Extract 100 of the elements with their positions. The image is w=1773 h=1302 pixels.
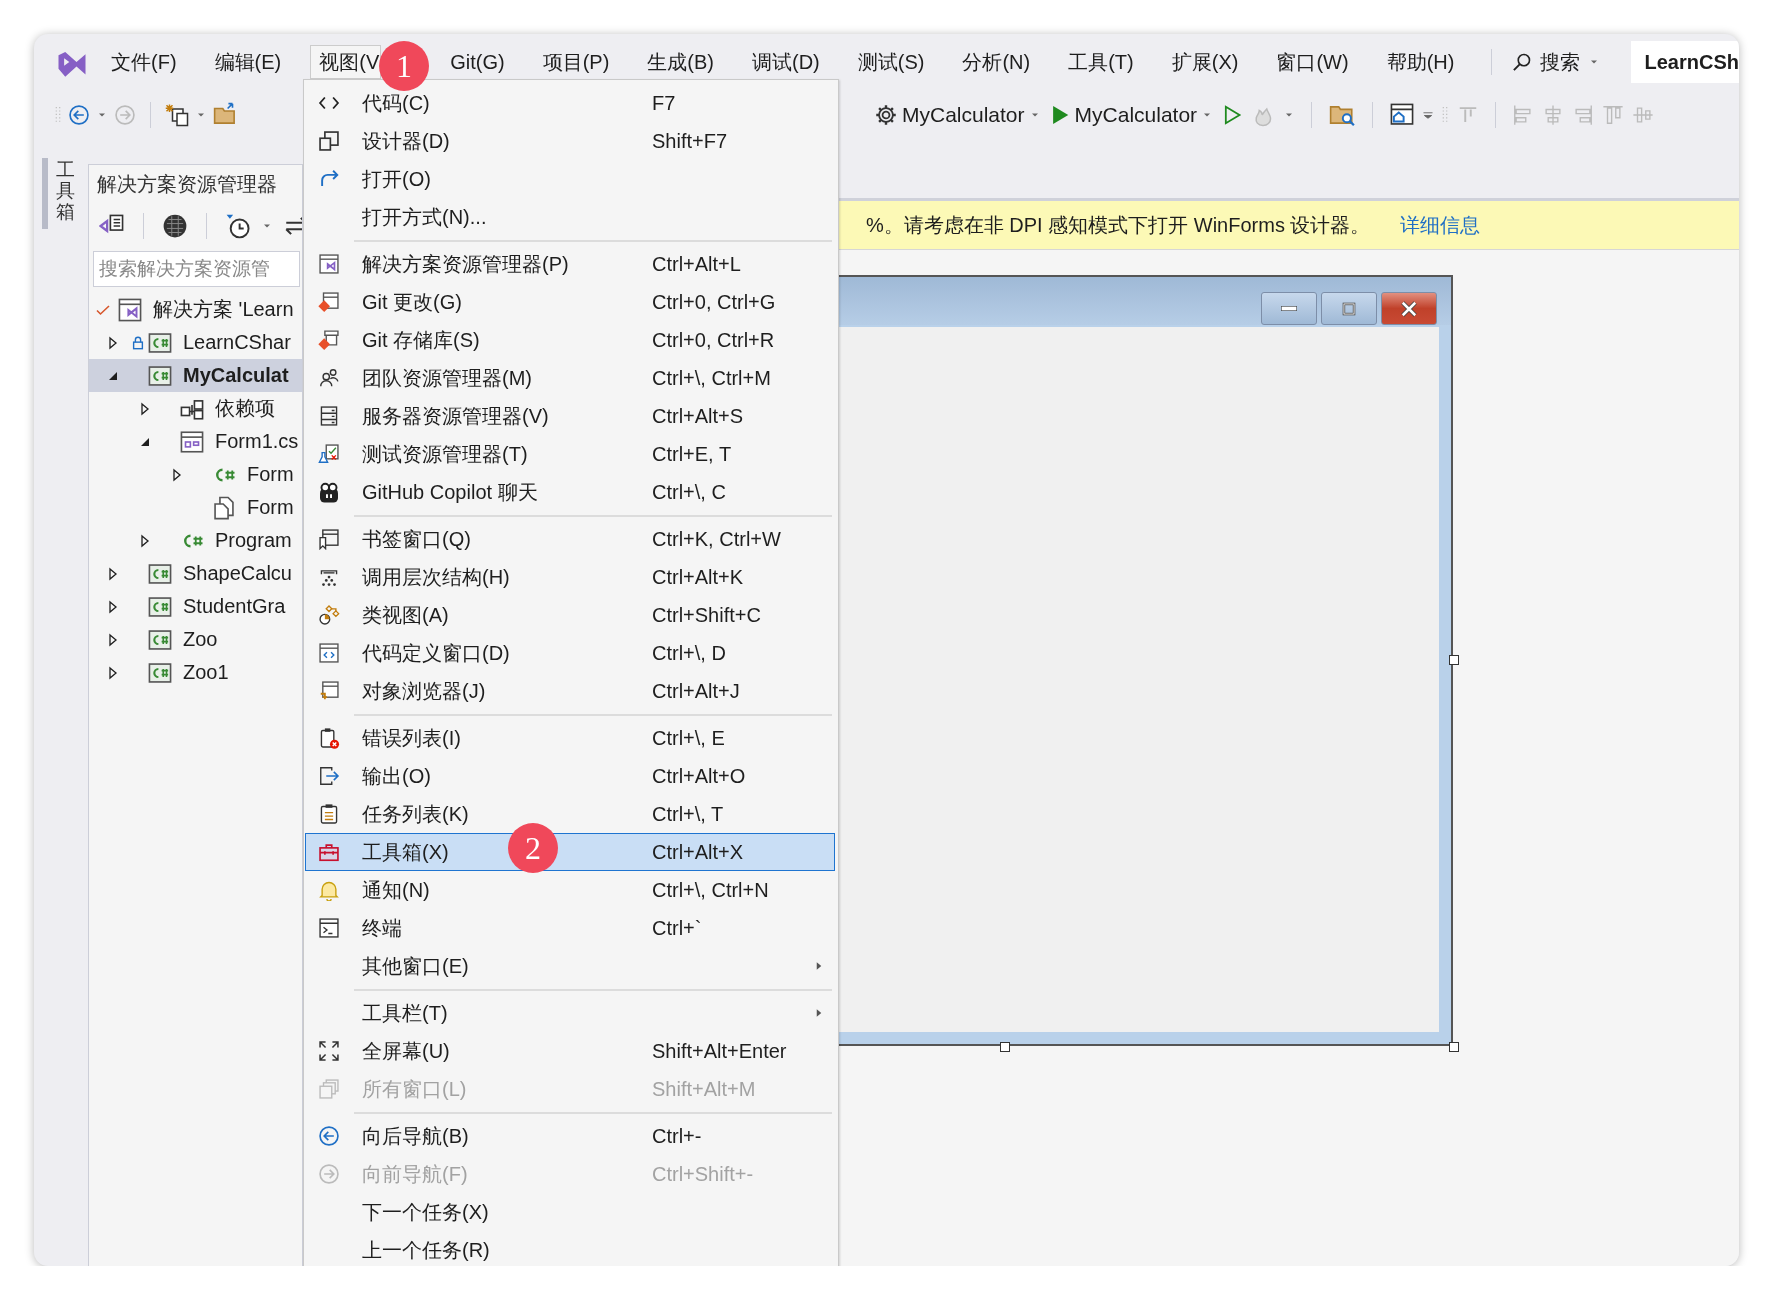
tree-item-label: ShapeCalcu <box>182 562 292 585</box>
menu-item[interactable]: 工具(T) <box>1059 45 1143 79</box>
menu-item[interactable]: 对象浏览器(J) Ctrl+Alt+J <box>305 672 835 710</box>
menu-item[interactable]: 生成(B) <box>638 45 723 79</box>
resize-handle[interactable] <box>1449 655 1459 665</box>
gear-icon <box>874 103 898 127</box>
align-right-icon <box>1572 104 1595 126</box>
panel-title: 解决方案资源管理器 <box>96 171 278 197</box>
tree-item[interactable]: Zoo1 <box>89 656 302 689</box>
tree-item-label: Zoo1 <box>182 661 229 684</box>
menu-item[interactable]: Git(G) <box>441 45 514 79</box>
tree-item-label: StudentGra <box>182 595 286 618</box>
menu-item[interactable]: 打开方式(N)... <box>305 198 835 236</box>
close-icon <box>1399 298 1419 319</box>
menu-item[interactable]: 服务器资源管理器(V) Ctrl+Alt+S <box>305 397 835 435</box>
menu-item[interactable]: 调试(D) <box>743 45 829 79</box>
back-icon <box>68 104 90 126</box>
bell-icon <box>318 879 340 901</box>
menu-item[interactable]: 向后导航(B) Ctrl+- <box>305 1117 835 1155</box>
menu-item[interactable]: 测试资源管理器(T) Ctrl+E, T <box>305 435 835 473</box>
menu-item[interactable]: 类视图(A) Ctrl+Shift+C <box>305 596 835 634</box>
fullscreen-icon <box>318 1040 340 1062</box>
menu-item[interactable]: 工具栏(T) <box>305 994 835 1032</box>
menu-item[interactable]: 终端 Ctrl+` <box>305 909 835 947</box>
tree-item[interactable]: StudentGra <box>89 590 302 623</box>
tree-item-label: LearnCShar <box>182 331 291 354</box>
menu-item[interactable]: 扩展(X) <box>1162 45 1248 79</box>
step-number-badge: 1 <box>379 41 429 91</box>
back-icon <box>318 1125 340 1147</box>
tree-item[interactable]: Form1.cs <box>89 425 302 458</box>
menu-item[interactable]: 输出(O) Ctrl+Alt+O <box>305 757 835 795</box>
globe-button[interactable] <box>162 213 188 239</box>
tree-item-label: Form <box>246 463 294 486</box>
designer-icon <box>318 130 340 152</box>
search-button[interactable]: 搜索 <box>1500 42 1613 82</box>
resize-handle[interactable] <box>1449 1042 1459 1052</box>
forward-icon <box>318 1163 340 1185</box>
tree-item[interactable]: Form <box>89 491 302 524</box>
menu-item[interactable]: 项目(P) <box>533 45 619 79</box>
menu-item[interactable]: 打开(O) <box>305 160 835 198</box>
menu-item[interactable]: 测试(S) <box>848 45 934 79</box>
server-icon <box>318 405 340 427</box>
menu-item[interactable]: 调用层次结构(H) Ctrl+Alt+K <box>305 558 835 596</box>
tree-item[interactable]: Program <box>89 524 302 557</box>
menu-item[interactable]: 编辑(E) <box>205 45 291 79</box>
tree-item[interactable]: 解决方案 'Learn <box>89 293 302 326</box>
menu-item[interactable]: 文件(F) <box>102 45 186 79</box>
startup-project-dropdown[interactable]: MyCalculator <box>874 103 1041 127</box>
tree-item-label: 依赖项 <box>214 396 275 421</box>
tree-item-label: Form1.cs <box>214 430 299 453</box>
menu-item[interactable]: 其他窗口(E) <box>305 947 835 985</box>
resize-handle[interactable] <box>1000 1042 1010 1052</box>
git-window-icon <box>318 291 340 313</box>
tree-item[interactable]: Form <box>89 458 302 491</box>
menu-item[interactable]: 解决方案资源管理器(P) Ctrl+Alt+L <box>305 245 835 283</box>
tree-item[interactable]: ShapeCalcu <box>89 557 302 590</box>
tree-item-label: MyCalculat <box>182 364 289 387</box>
menu-item[interactable]: 分析(N) <box>953 45 1040 79</box>
run-button[interactable]: MyCalculator <box>1048 103 1214 127</box>
class-view-icon <box>318 604 340 626</box>
tree-item[interactable]: MyCalculat <box>89 359 302 392</box>
resource-file-icon <box>211 494 237 521</box>
menu-item[interactable]: 错误列表(I) Ctrl+\, E <box>305 719 835 757</box>
menu-item[interactable]: 上一个任务(R) <box>305 1231 835 1266</box>
menu-item[interactable]: 窗口(W) <box>1267 45 1358 79</box>
align-middle-icon <box>1632 104 1655 126</box>
tree-item-label: Program <box>214 529 292 552</box>
stacked-windows-icon <box>318 1078 340 1100</box>
code-window-icon <box>318 642 340 664</box>
object-browser-icon <box>318 680 340 702</box>
menu-item[interactable]: 视图(V <box>310 45 382 79</box>
menu-item[interactable]: 帮助(H) <box>1377 45 1464 79</box>
menu-item[interactable]: 通知(N) Ctrl+\, Ctrl+N <box>305 871 835 909</box>
tree-item-label: Zoo <box>182 628 218 651</box>
menu-item[interactable]: 团队资源管理器(M) Ctrl+\, Ctrl+M <box>305 359 835 397</box>
search-field[interactable]: 搜索解决方案资源管 <box>93 251 300 287</box>
tree-item[interactable]: LearnCShar <box>89 326 302 359</box>
globe-icon <box>162 213 188 239</box>
window-home-icon <box>1389 102 1416 128</box>
menu-item[interactable]: 书签窗口(Q) Ctrl+K, Ctrl+W <box>305 520 835 558</box>
menu-item[interactable]: 全屏幕(U) Shift+Alt+Enter <box>305 1032 835 1070</box>
details-link[interactable]: 详细信息 <box>1400 211 1481 239</box>
menu-item[interactable]: Git 更改(G) Ctrl+0, Ctrl+G <box>305 283 835 321</box>
tree-item[interactable]: Zoo <box>89 623 302 656</box>
menu-item[interactable]: 代码定义窗口(D) Ctrl+\, D <box>305 634 835 672</box>
menu-item[interactable]: GitHub Copilot 聊天 Ctrl+\, C <box>305 473 835 511</box>
test-flask-icon <box>318 443 340 465</box>
menu-item[interactable]: 下一个任务(X) <box>305 1193 835 1231</box>
error-list-icon <box>318 727 340 749</box>
info-message: %。请考虑在非 DPI 感知模式下打开 WinForms 设计器。 <box>866 212 1371 238</box>
close-button[interactable] <box>1381 292 1437 325</box>
menu-item[interactable]: 设计器(D) Shift+F7 <box>305 122 835 160</box>
minimize-button[interactable] <box>1261 292 1317 325</box>
pending-changes-filter-button[interactable] <box>225 213 251 239</box>
back-button[interactable] <box>68 104 90 126</box>
overflow-caret-icon <box>1423 111 1434 119</box>
clipboard-icon <box>318 803 340 825</box>
menu-item[interactable]: Git 存储库(S) Ctrl+0, Ctrl+R <box>305 321 835 359</box>
tree-item[interactable]: 依赖项 <box>89 392 302 425</box>
toolbox-tab[interactable]: 工具箱 <box>48 158 83 229</box>
